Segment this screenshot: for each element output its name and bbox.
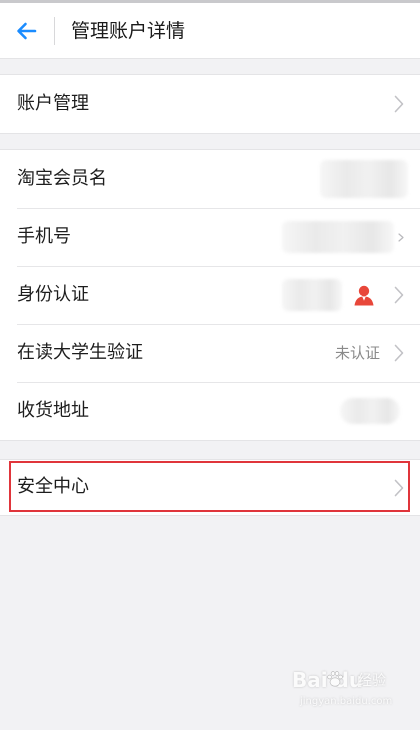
watermark: Bai du 经验 jingyan.baidu.com: [292, 668, 392, 714]
blurred-value: [340, 398, 400, 424]
taobao-member-name-row[interactable]: 淘宝会员名: [0, 150, 420, 208]
chevron-right-icon: [398, 233, 404, 242]
chevron-right-icon: [394, 344, 404, 362]
chevron-right-icon: [394, 95, 404, 113]
row-label: 在读大学生验证: [17, 342, 143, 363]
page-title: 管理账户详情: [71, 20, 186, 42]
row-label: 手机号: [17, 226, 71, 247]
nav-divider: [54, 17, 55, 45]
row-label: 安全中心: [17, 476, 89, 497]
blurred-value: [282, 221, 394, 253]
row-label: 身份认证: [17, 284, 89, 305]
chevron-right-icon: [394, 479, 404, 497]
account-management-group: 账户管理: [0, 74, 420, 134]
account-info-group: 淘宝会员名 手机号 身份认证 在读大学生验证 未认证 收货地址: [0, 149, 420, 441]
student-verification-row[interactable]: 在读大学生验证 未认证: [0, 324, 420, 382]
blurred-value: [320, 160, 408, 198]
phone-number-row[interactable]: 手机号: [0, 208, 420, 266]
navigation-bar: 管理账户详情: [0, 3, 420, 59]
arrow-left-icon[interactable]: [14, 18, 40, 44]
row-label: 收货地址: [17, 400, 89, 421]
shipping-address-row[interactable]: 收货地址: [0, 382, 420, 440]
verification-status: 未认证: [334, 344, 380, 362]
person-avatar-icon: [354, 285, 374, 306]
watermark-label: 经验: [358, 673, 386, 689]
back-button[interactable]: [14, 18, 40, 44]
security-center-row[interactable]: 安全中心: [0, 460, 420, 515]
paw-icon: [327, 671, 343, 687]
blurred-value: [282, 279, 342, 311]
security-group: 安全中心: [0, 459, 420, 516]
account-management-row[interactable]: 账户管理: [0, 75, 420, 133]
identity-verification-row[interactable]: 身份认证: [0, 266, 420, 324]
row-label: 淘宝会员名: [17, 168, 107, 189]
row-label: 账户管理: [17, 93, 89, 114]
chevron-right-icon: [394, 286, 404, 304]
watermark-site: jingyan.baidu.com: [300, 696, 393, 707]
